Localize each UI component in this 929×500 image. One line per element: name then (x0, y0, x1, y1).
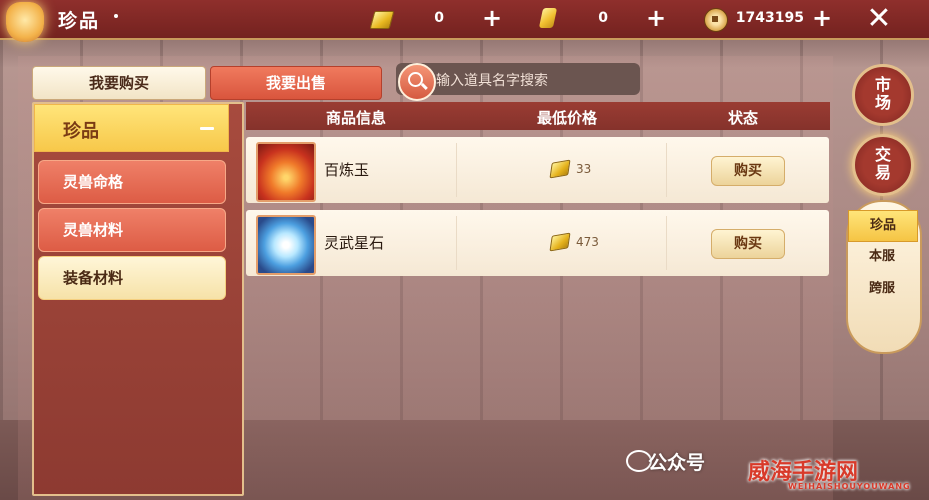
search-placeholder: 输入道具名字搜索 (436, 73, 548, 89)
site-watermark-sub: WEIHAISHOUYOUWANG (788, 482, 911, 491)
trade-button[interactable]: 交 易 (852, 134, 914, 196)
column-header-info: 商品信息 (326, 109, 387, 127)
column-header-status: 状态 (728, 109, 759, 127)
column-header-price: 最低价格 (537, 109, 598, 127)
currency-coin: 1743195 + (704, 4, 834, 32)
subnav-local-server[interactable]: 本服 (848, 242, 916, 272)
category-item-equip-material[interactable]: 装备材料 (38, 256, 226, 300)
title-decoration (114, 14, 118, 18)
category-label: 灵兽材料 (63, 221, 124, 239)
divider (666, 216, 667, 270)
buy-button[interactable]: 购买 (711, 156, 785, 186)
category-active-rare[interactable]: 珍品 (34, 104, 229, 152)
lantern-icon (6, 2, 44, 42)
category-active-label: 珍品 (63, 121, 99, 142)
ticket-icon (549, 159, 571, 179)
page-title: 珍品 (58, 10, 101, 32)
trade-label-1: 交 (874, 145, 891, 164)
gold-bar-icon (538, 8, 558, 28)
currency-gold-value: 0 (598, 10, 608, 26)
table-row[interactable]: 百炼玉 33 购买 (246, 137, 829, 203)
tab-sell[interactable]: 我要出售 (210, 66, 382, 100)
ticket-icon (549, 232, 571, 252)
market-label-1: 市 (874, 75, 891, 94)
item-price: 473 (576, 235, 599, 249)
subnav-cross-server[interactable]: 跨服 (848, 274, 916, 304)
item-name: 灵武星石 (324, 234, 385, 252)
category-label: 装备材料 (63, 269, 124, 287)
add-ticket-button[interactable]: + (482, 4, 502, 32)
site-watermark: 威海手游网 WEIHAISHOUYOUWANG (748, 454, 926, 494)
copper-coin-icon (704, 8, 728, 32)
market-button[interactable]: 市 场 (852, 64, 914, 126)
table-header: 商品信息 最低价格 状态 (246, 102, 830, 130)
trade-label-2: 易 (874, 163, 891, 182)
item-price: 33 (576, 162, 592, 176)
buy-button[interactable]: 购买 (711, 229, 785, 259)
wechat-watermark: 公众号 (648, 452, 706, 474)
divider (666, 143, 667, 197)
top-bar: 珍品 0 + 0 + 1743195 + ✕ (0, 0, 929, 42)
subnav-rare[interactable]: 珍品 (848, 210, 918, 242)
search-icon[interactable] (398, 63, 436, 101)
item-name: 百炼玉 (324, 161, 370, 179)
add-gold-button[interactable]: + (646, 4, 666, 32)
category-item-beast-material[interactable]: 灵兽材料 (38, 208, 226, 252)
currency-gold: 0 + (538, 4, 668, 32)
category-label: 灵兽命格 (63, 173, 124, 191)
ticket-icon (369, 11, 395, 29)
star-stone-icon (256, 215, 316, 275)
divider (456, 143, 457, 197)
table-row[interactable]: 灵武星石 473 购买 (246, 210, 829, 276)
divider (456, 216, 457, 270)
market-label-2: 场 (874, 93, 891, 112)
fire-jade-icon (256, 142, 316, 202)
category-item-beast-fate[interactable]: 灵兽命格 (38, 160, 226, 204)
currency-ticket-value: 0 (434, 10, 444, 26)
add-coin-button[interactable]: + (812, 4, 832, 32)
currency-coin-value: 1743195 (735, 10, 804, 26)
currency-ticket: 0 + (369, 4, 502, 32)
close-icon[interactable]: ✕ (862, 4, 896, 34)
collapse-icon[interactable] (200, 127, 214, 130)
tab-buy[interactable]: 我要购买 (32, 66, 206, 100)
